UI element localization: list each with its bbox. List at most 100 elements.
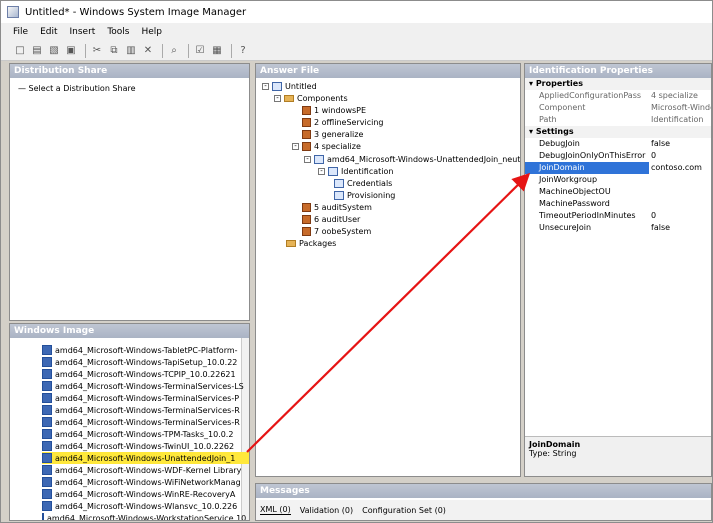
tree-pass-2[interactable]: 2 offlineServicing (302, 118, 384, 127)
windows-image-label: amd64_Microsoft-Windows-TCPIP_10.0.22621 (55, 369, 236, 379)
tree-component[interactable]: - amd64_Microsoft-Windows-UnattendedJoin_… (304, 155, 520, 164)
settings-section[interactable]: ▾ Settings (525, 126, 711, 138)
setting-value[interactable] (649, 186, 711, 198)
windows-image-item[interactable]: +amd64_Microsoft-Windows-TwinUI_10.0.226… (42, 440, 249, 452)
property-row[interactable]: AppliedConfigurationPass 4 specialize (525, 90, 711, 102)
menu-help[interactable]: Help (142, 27, 163, 37)
tree-pass-4[interactable]: - 4 specialize (292, 142, 361, 151)
expand-icon[interactable]: - (318, 168, 325, 175)
setting-value[interactable] (649, 174, 711, 186)
windows-image-item[interactable]: +amd64_Microsoft-Windows-TapiSetup_10.0.… (42, 356, 249, 368)
tree-components[interactable]: - Components (274, 94, 348, 103)
open-image-icon[interactable]: ▧ (47, 44, 61, 58)
setting-row[interactable]: UnsecureJoin false (525, 222, 711, 234)
windows-image-item[interactable]: +amd64_Microsoft-Windows-TerminalService… (42, 416, 249, 428)
save-icon[interactable]: ▣ (64, 44, 78, 58)
tree-pass-3[interactable]: 3 generalize (302, 130, 363, 139)
windows-image-label: amd64_Microsoft-Windows-TerminalServices… (55, 381, 244, 391)
windows-image-item[interactable]: +amd64_Microsoft-Windows-UnattendedJoin_… (42, 452, 249, 464)
windows-image-item[interactable]: +amd64_Microsoft-Windows-TerminalService… (42, 380, 249, 392)
windows-image-item[interactable]: +amd64_Microsoft-Windows-WorkstationServ… (42, 512, 249, 520)
settings-section-label: Settings (535, 127, 574, 136)
pass-icon (302, 130, 311, 139)
create-config-icon[interactable]: ▦ (210, 44, 224, 58)
properties-panel: Identification Properties ▾ Properties A… (524, 63, 712, 477)
component-icon (42, 465, 52, 475)
validate-icon[interactable]: ☑ (193, 44, 207, 58)
setting-icon (328, 167, 338, 176)
file-icon (272, 82, 282, 91)
setting-name: MachinePassword (539, 199, 610, 208)
description-type: Type: String (529, 449, 577, 458)
menu-edit[interactable]: Edit (40, 27, 57, 37)
menu-file[interactable]: File (13, 27, 28, 37)
tree-pass-5[interactable]: 5 auditSystem (302, 203, 372, 212)
setting-value[interactable]: false (649, 222, 711, 234)
new-file-icon[interactable]: □ (13, 44, 27, 58)
copy-icon[interactable]: ⧉ (107, 44, 121, 58)
paste-icon[interactable]: ▥ (124, 44, 138, 58)
tree-pass-1[interactable]: 1 windowsPE (302, 106, 366, 115)
tab-validation[interactable]: Validation (0) (300, 506, 353, 515)
tree-pass-1-label: 1 windowsPE (314, 106, 367, 115)
property-row[interactable]: Component Microsoft-Window (525, 102, 711, 114)
setting-value[interactable]: false (649, 138, 711, 150)
pass-icon (302, 106, 311, 115)
component-icon (42, 381, 52, 391)
distribution-share-item[interactable]: — Select a Distribution Share (18, 84, 136, 93)
setting-value[interactable] (649, 198, 711, 210)
windows-image-item[interactable]: +amd64_Microsoft-Windows-Wlansvc_10.0.22… (42, 500, 249, 512)
property-row[interactable]: Path Identification (525, 114, 711, 126)
setting-row[interactable]: TimeoutPeriodInMinutes 0 (525, 210, 711, 222)
delete-icon[interactable]: ✕ (141, 44, 155, 58)
expand-icon[interactable]: - (262, 83, 269, 90)
setting-row[interactable]: DebugJoinOnlyOnThisError 0 (525, 150, 711, 162)
properties-section[interactable]: ▾ Properties (525, 78, 711, 90)
tree-identification[interactable]: - Identification (318, 167, 393, 176)
setting-row[interactable]: DebugJoin false (525, 138, 711, 150)
setting-value[interactable]: 0 (649, 150, 711, 162)
property-value[interactable]: Identification (649, 114, 711, 126)
component-icon (314, 155, 324, 164)
setting-name: DebugJoinOnlyOnThisError (539, 151, 646, 160)
tab-configuration-set[interactable]: Configuration Set (0) (362, 506, 446, 515)
windows-image-item[interactable]: +amd64_Microsoft-Windows-TCPIP_10.0.2262… (42, 368, 249, 380)
expand-icon[interactable]: - (274, 95, 281, 102)
menu-insert[interactable]: Insert (70, 27, 96, 37)
tree-pass-7[interactable]: 7 oobeSystem (302, 227, 371, 236)
toolbar-separator-2 (162, 43, 163, 58)
windows-image-item[interactable]: +amd64_Microsoft-Windows-TerminalService… (42, 392, 249, 404)
setting-row[interactable]: MachinePassword (525, 198, 711, 210)
component-icon (42, 429, 52, 439)
messages-panel: Messages XML (0) Validation (0) Configur… (255, 483, 712, 521)
property-value[interactable]: Microsoft-Window (649, 102, 711, 114)
windows-image-item[interactable]: +amd64_Microsoft-Windows-TPM-Tasks_10.0.… (42, 428, 249, 440)
windows-image-item[interactable]: +amd64_Microsoft-Windows-WiFiNetworkMana… (42, 476, 249, 488)
windows-image-title: Windows Image (10, 324, 249, 338)
tree-untitled[interactable]: - Untitled (262, 82, 317, 91)
expand-icon[interactable]: - (304, 156, 311, 163)
tree-packages[interactable]: Packages (286, 239, 336, 248)
open-file-icon[interactable]: ▤ (30, 44, 44, 58)
windows-image-item[interactable]: +amd64_Microsoft-Windows-TerminalService… (42, 404, 249, 416)
help-icon[interactable]: ? (236, 44, 250, 58)
windows-image-item[interactable]: +amd64_Microsoft-Windows-WinRE-RecoveryA (42, 488, 249, 500)
tree-provisioning[interactable]: Provisioning (334, 191, 395, 200)
menu-tools[interactable]: Tools (107, 27, 129, 37)
setting-value[interactable]: 0 (649, 210, 711, 222)
tree-credentials[interactable]: Credentials (334, 179, 392, 188)
find-icon[interactable]: ⌕ (167, 44, 181, 58)
component-icon (42, 357, 52, 367)
setting-row[interactable]: MachineObjectOU (525, 186, 711, 198)
toolbar-separator-3 (188, 43, 189, 58)
cut-icon[interactable]: ✂ (90, 44, 104, 58)
setting-row[interactable]: JoinWorkgroup (525, 174, 711, 186)
property-value[interactable]: 4 specialize (649, 90, 711, 102)
windows-image-item[interactable]: +amd64_Microsoft-Windows-WDF-Kernel Libr… (42, 464, 249, 476)
setting-row[interactable]: JoinDomain contoso.com (525, 162, 711, 174)
tree-pass-6[interactable]: 6 auditUser (302, 215, 360, 224)
windows-image-item[interactable]: +amd64_Microsoft-Windows-TabletPC-Platfo… (42, 344, 249, 356)
tab-xml[interactable]: XML (0) (260, 505, 291, 515)
expand-icon[interactable]: - (292, 143, 299, 150)
setting-value[interactable]: contoso.com (649, 162, 711, 174)
